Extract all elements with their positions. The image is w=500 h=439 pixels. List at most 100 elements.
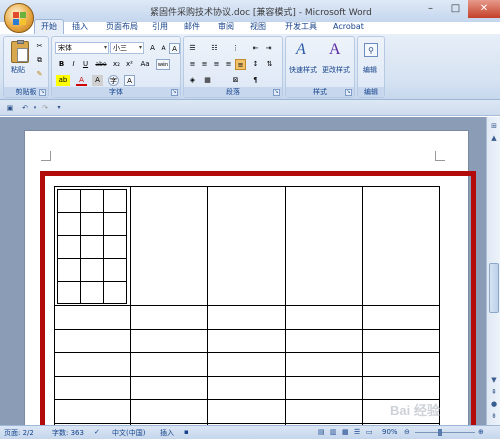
document-page[interactable] — [24, 130, 469, 430]
grow-font-icon[interactable]: A — [147, 43, 158, 54]
font-launcher-icon[interactable]: ↘ — [171, 89, 178, 96]
paste-label[interactable]: 粘贴 — [11, 65, 25, 75]
enclose-char-button[interactable]: 字 — [108, 75, 119, 86]
insert-mode[interactable]: 插入 — [160, 428, 174, 438]
zoom-slider[interactable] — [415, 432, 475, 433]
line-spacing-icon[interactable]: ↕ — [250, 59, 261, 70]
find-icon[interactable]: ⚲ — [364, 43, 378, 57]
title-bar: 紧固件采购技术协议.doc [兼容模式] - Microsoft Word – … — [0, 0, 500, 33]
select-browse-object-icon[interactable]: ● — [489, 399, 499, 409]
justify-icon[interactable]: ≡ — [223, 59, 234, 70]
customize-qat-icon[interactable]: ▾ — [54, 103, 64, 113]
decrease-indent-icon[interactable]: ⇤ — [250, 43, 261, 54]
quick-access-toolbar: ▣ ↶ ▾ ↷ ▾ — [0, 100, 500, 116]
tab-view[interactable]: 视图 — [250, 20, 266, 34]
undo-dropdown-icon[interactable]: ▾ — [30, 103, 40, 113]
multilevel-list-icon[interactable]: ⋮ — [230, 43, 241, 54]
sort-icon[interactable]: ⇅ — [264, 59, 275, 70]
chinese-layout-icon[interactable]: ⊠ — [230, 75, 241, 86]
scroll-thumb[interactable] — [489, 263, 499, 313]
show-marks-icon[interactable]: ¶ — [250, 75, 261, 86]
char-border-button[interactable]: A — [124, 75, 135, 86]
nested-table[interactable] — [57, 189, 127, 304]
office-button[interactable] — [4, 3, 34, 33]
crop-mark — [41, 151, 51, 161]
scroll-up-icon[interactable]: ▲ — [489, 133, 499, 143]
word-count[interactable]: 字数: 363 — [52, 428, 84, 438]
font-size-select[interactable]: 小三 ▾ — [110, 42, 144, 54]
clear-format-icon[interactable]: A — [169, 43, 180, 54]
ribbon-tabs: 开始 插入 页面布局 引用 邮件 审阅 视图 开发工具 Acrobat — [0, 19, 500, 35]
copy-icon[interactable]: ⧉ — [34, 55, 45, 66]
format-painter-icon[interactable]: ✎ — [34, 69, 45, 80]
tab-mailings[interactable]: 邮件 — [184, 20, 200, 34]
numbering-icon[interactable]: ☷ — [209, 43, 220, 54]
shrink-font-icon[interactable]: A — [158, 43, 169, 54]
strikethrough-button[interactable]: abe — [94, 59, 108, 70]
editing-group: ⚲ 编辑 编辑 — [357, 36, 385, 98]
paragraph-launcher-icon[interactable]: ↘ — [273, 89, 280, 96]
prev-page-icon[interactable]: ⇞ — [489, 387, 499, 397]
view-web-icon[interactable]: ▦ — [342, 428, 349, 436]
redo-icon[interactable]: ↷ — [40, 103, 50, 113]
bullets-icon[interactable]: ☰ — [187, 43, 198, 54]
proofing-icon[interactable]: ✓ — [94, 428, 100, 436]
align-right-icon[interactable]: ≡ — [211, 59, 222, 70]
view-full-screen-icon[interactable]: ▥ — [330, 428, 337, 436]
zoom-slider-thumb[interactable] — [438, 429, 442, 436]
clipboard-launcher-icon[interactable]: ↘ — [39, 89, 46, 96]
paste-icon[interactable] — [11, 40, 29, 63]
tab-home[interactable]: 开始 — [34, 19, 64, 35]
superscript-button[interactable]: x² — [124, 59, 135, 70]
save-icon[interactable]: ▣ — [5, 103, 15, 113]
zoom-level[interactable]: 90% — [382, 428, 398, 436]
zoom-in-icon[interactable]: ⊕ — [478, 428, 484, 436]
cut-icon[interactable]: ✂ — [34, 41, 45, 52]
char-shading-button[interactable]: A — [92, 75, 103, 86]
undo-icon[interactable]: ↶ — [20, 103, 30, 113]
maximize-button[interactable]: □ — [443, 0, 468, 18]
styles-launcher-icon[interactable]: ↘ — [345, 89, 352, 96]
tab-page-layout[interactable]: 页面布局 — [106, 20, 138, 34]
change-styles-icon[interactable]: A — [329, 41, 341, 59]
page-indicator[interactable]: 页面: 2/2 — [4, 428, 34, 438]
zoom-out-icon[interactable]: ⊖ — [404, 428, 410, 436]
document-area — [0, 117, 486, 430]
view-outline-icon[interactable]: ☰ — [354, 428, 360, 436]
view-print-layout-icon[interactable]: ▤ — [318, 428, 325, 436]
subscript-button[interactable]: x₂ — [111, 59, 122, 70]
highlight-button[interactable]: ab — [56, 75, 70, 86]
macro-record-icon[interactable]: ▪ — [184, 428, 189, 436]
align-left-icon[interactable]: ≡ — [187, 59, 198, 70]
next-page-icon[interactable]: ⇟ — [489, 411, 499, 421]
tab-review[interactable]: 审阅 — [218, 20, 234, 34]
distributed-icon[interactable]: ≡ — [235, 59, 246, 70]
italic-button[interactable]: I — [68, 59, 79, 70]
quick-styles-label[interactable]: 快速样式 — [289, 65, 317, 75]
close-button[interactable]: ✕ — [468, 0, 500, 18]
scroll-down-icon[interactable]: ▼ — [489, 375, 499, 385]
minimize-button[interactable]: – — [418, 0, 443, 18]
editing-label[interactable]: 编辑 — [363, 65, 377, 75]
tab-acrobat[interactable]: Acrobat — [333, 20, 364, 34]
font-name-select[interactable]: 宋体 ▾ — [55, 42, 109, 54]
bold-button[interactable]: B — [56, 59, 67, 70]
underline-button[interactable]: U — [80, 59, 91, 70]
change-case-button[interactable]: Aa — [138, 59, 152, 70]
ruler-toggle-icon[interactable]: ⊞ — [489, 121, 499, 131]
phonetic-guide-icon[interactable]: wén — [156, 59, 170, 70]
tab-developer[interactable]: 开发工具 — [285, 20, 317, 34]
quick-styles-icon[interactable]: A — [296, 41, 306, 59]
borders-icon[interactable]: ▦ — [202, 75, 213, 86]
align-center-icon[interactable]: ≡ — [199, 59, 210, 70]
language-indicator[interactable]: 中文(中国) — [112, 428, 145, 438]
document-table[interactable] — [54, 186, 440, 426]
tab-insert[interactable]: 插入 — [72, 20, 88, 34]
tab-references[interactable]: 引用 — [152, 20, 168, 34]
change-styles-label[interactable]: 更改样式 — [322, 65, 350, 75]
vertical-scrollbar[interactable]: ⊞ ▲ ▼ ⇞ ● ⇟ — [486, 117, 500, 425]
shading-icon[interactable]: ◈ — [187, 75, 198, 86]
view-draft-icon[interactable]: ▭ — [366, 428, 373, 436]
font-color-button[interactable]: A — [76, 75, 87, 86]
increase-indent-icon[interactable]: ⇥ — [263, 43, 274, 54]
